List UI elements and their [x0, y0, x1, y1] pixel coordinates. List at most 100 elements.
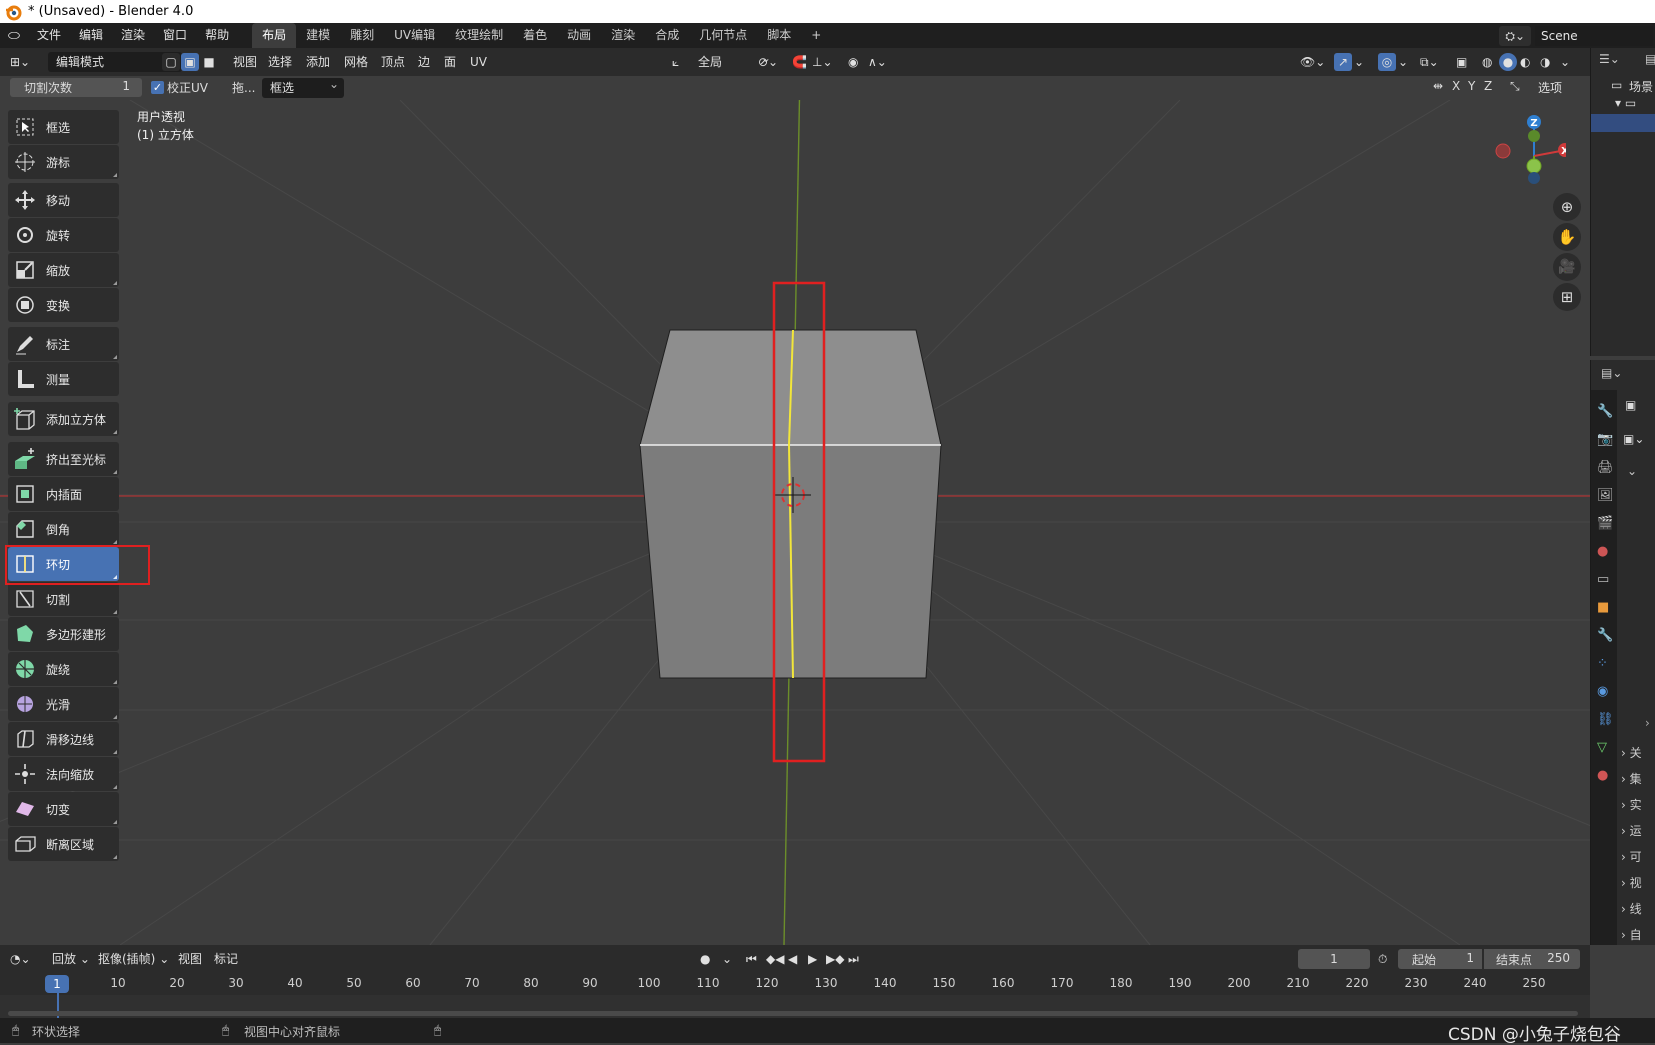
tool-smooth[interactable]: 光滑 [8, 687, 119, 721]
timeline-editor-icon[interactable]: ◔⌄ [10, 949, 31, 969]
menu-mesh[interactable]: 网格 [344, 52, 368, 72]
tool-add-cube[interactable]: 添加立方体 [8, 402, 119, 436]
outliner-editor-icon[interactable]: ☰⌄ [1599, 52, 1639, 72]
pivot-icon[interactable]: ⊘⌄ [758, 52, 778, 72]
menu-render[interactable]: 渲染 [112, 23, 154, 48]
tool-move[interactable]: 移动 [8, 183, 119, 217]
tool-extrude[interactable]: 挤出至光标 [8, 442, 119, 476]
rendered-shading-icon[interactable]: ◑ [1540, 52, 1550, 72]
cuts-field[interactable]: 切割次数 1 [10, 78, 142, 97]
scene-icon[interactable]: ⛭⌄ [1499, 25, 1531, 46]
next-keyframe-icon[interactable]: ▶◆ [826, 949, 844, 969]
menu-face[interactable]: 面 [444, 52, 456, 72]
vertex-select-icon[interactable]: ▢ [162, 53, 180, 71]
panel-relations[interactable]: › 关 [1621, 740, 1655, 766]
tab-uv-editing[interactable]: UV编辑 [384, 23, 445, 48]
tool-edge-slide[interactable]: 滑移边线 [8, 722, 119, 756]
tab-scripting[interactable]: 脚本 [757, 23, 801, 48]
mirror-x-button[interactable]: X [1452, 79, 1460, 93]
viewport-3d[interactable] [0, 100, 1590, 945]
pan-hand-icon[interactable]: ✋ [1553, 223, 1581, 251]
tool-annotate[interactable]: 标注 [8, 327, 119, 361]
timeline-area[interactable]: 10 20 30 40 50 60 70 80 90 100 110 120 130 140 150 160 1… [0, 973, 1590, 1018]
camera-icon[interactable]: 🎥 [1553, 253, 1581, 281]
gizmo-toggle-icon[interactable]: ↗ [1334, 53, 1352, 71]
object-type-icon[interactable]: ▣⌄ [1623, 432, 1644, 446]
tab-layout[interactable]: 布局 [252, 23, 297, 48]
drag-selector[interactable]: 框选 [262, 74, 344, 98]
xray-icon[interactable]: ▣ [1456, 52, 1467, 72]
menu-edit[interactable]: 编辑 [70, 23, 112, 48]
falloff-icon[interactable]: ∧⌄ [868, 52, 887, 72]
jump-end-icon[interactable]: ⏭ [848, 949, 859, 969]
auto-merge-icon[interactable]: ⤡ [1510, 79, 1520, 94]
record-options-icon[interactable]: ⌄ [722, 949, 732, 969]
end-frame-field[interactable]: 结束点 250 [1484, 949, 1580, 969]
tab-rendering[interactable]: 渲染 [601, 23, 645, 48]
panel-viewport-display[interactable]: › 视 [1621, 870, 1655, 896]
scene-selector[interactable]: Scene [1535, 25, 1653, 46]
tab-compositing[interactable]: 合成 [645, 23, 689, 48]
scene-props-icon[interactable]: 🎬 [1597, 510, 1617, 538]
play-icon[interactable]: ▶ [808, 949, 817, 969]
menu-edge[interactable]: 边 [418, 52, 430, 72]
timeline-scrollbar[interactable] [8, 1011, 1578, 1016]
constraints-props-icon[interactable]: ⛓ [1597, 706, 1617, 734]
panel-collapse-icon[interactable]: › [1645, 716, 1650, 730]
menu-window[interactable]: 窗口 [154, 23, 196, 48]
jump-start-icon[interactable]: ⏮ [746, 949, 757, 969]
zoom-icon[interactable]: ⊕ [1553, 193, 1581, 221]
view-layer-props-icon[interactable]: 🖼 [1597, 482, 1617, 510]
tool-spin[interactable]: 旋绕 [8, 652, 119, 686]
particles-props-icon[interactable]: ⁘ [1597, 650, 1617, 678]
play-reverse-icon[interactable]: ◀ [788, 949, 797, 969]
panel-visibility[interactable]: › 可 [1621, 844, 1655, 870]
menu-uv[interactable]: UV [470, 52, 487, 72]
mirror-z-button[interactable]: Z [1484, 79, 1492, 93]
tab-animation[interactable]: 动画 [557, 23, 601, 48]
tab-shading[interactable]: 着色 [513, 23, 557, 48]
menu-vertex[interactable]: 顶点 [381, 52, 405, 72]
physics-props-icon[interactable]: ◉ [1597, 678, 1617, 706]
gizmo-menu-icon[interactable]: ⌄ [1354, 52, 1364, 72]
cube-mesh[interactable] [639, 329, 942, 679]
menu-view[interactable]: 视图 [233, 52, 257, 72]
solid-shading-icon[interactable]: ● [1499, 53, 1517, 71]
shading-menu-icon[interactable]: ⌄ [1560, 52, 1570, 72]
menu-help[interactable]: 帮助 [196, 23, 238, 48]
record-icon[interactable]: ● [700, 949, 710, 969]
blender-menu-icon[interactable]: ⬭ [0, 28, 28, 44]
tab-geometry-nodes[interactable]: 几何节点 [689, 23, 757, 48]
data-props-icon[interactable]: ▽ [1597, 734, 1617, 762]
correct-uv-checkbox[interactable]: ✓ [151, 81, 164, 94]
snap-icon[interactable]: 🧲 [792, 52, 807, 72]
snap-target-icon[interactable]: ⊥⌄ [812, 52, 833, 72]
playhead-marker[interactable]: 1 [45, 975, 69, 993]
editor-type-icon[interactable]: ⊞⌄ [10, 52, 30, 72]
object-props-icon[interactable]: ■ [1597, 594, 1617, 622]
properties-editor-icon[interactable]: ▤⌄ [1601, 366, 1622, 380]
tool-inset[interactable]: 内插面 [8, 477, 119, 511]
preview-range-icon[interactable]: ⏱ [1378, 949, 1387, 969]
overlay-icon[interactable]: ◎ [1378, 53, 1396, 71]
material-shading-icon[interactable]: ◐ [1520, 52, 1530, 72]
orientation-icon[interactable]: ⟀ [672, 52, 679, 72]
prev-keyframe-icon[interactable]: ◆◀ [766, 949, 784, 969]
tool-props-icon[interactable]: 🔧 [1597, 398, 1617, 426]
tool-cursor[interactable]: 游标 [8, 145, 119, 179]
panel-line-art[interactable]: › 线 [1621, 896, 1655, 922]
current-frame-field[interactable]: 1 [1298, 949, 1370, 969]
face-select-icon[interactable]: ■ [200, 53, 218, 71]
mesh-overlay-icon[interactable]: ⧉⌄ [1420, 52, 1439, 72]
mirror-y-button[interactable]: Y [1468, 79, 1475, 93]
start-frame-field[interactable]: 起始 1 [1398, 949, 1482, 969]
collection-props-icon[interactable]: ▭ [1597, 566, 1617, 594]
keying-menu[interactable]: 抠像(插帧) ⌄ [98, 949, 169, 969]
timeline-view-menu[interactable]: 视图 [178, 949, 202, 969]
output-props-icon[interactable]: 🖨 [1597, 454, 1617, 482]
tool-knife[interactable]: 切割 [8, 582, 119, 616]
tool-poly-build[interactable]: 多边形建形 [8, 617, 119, 651]
panel-collections[interactable]: › 集 [1621, 766, 1655, 792]
timeline-marker-menu[interactable]: 标记 [214, 949, 238, 969]
world-props-icon[interactable]: ● [1597, 538, 1617, 566]
